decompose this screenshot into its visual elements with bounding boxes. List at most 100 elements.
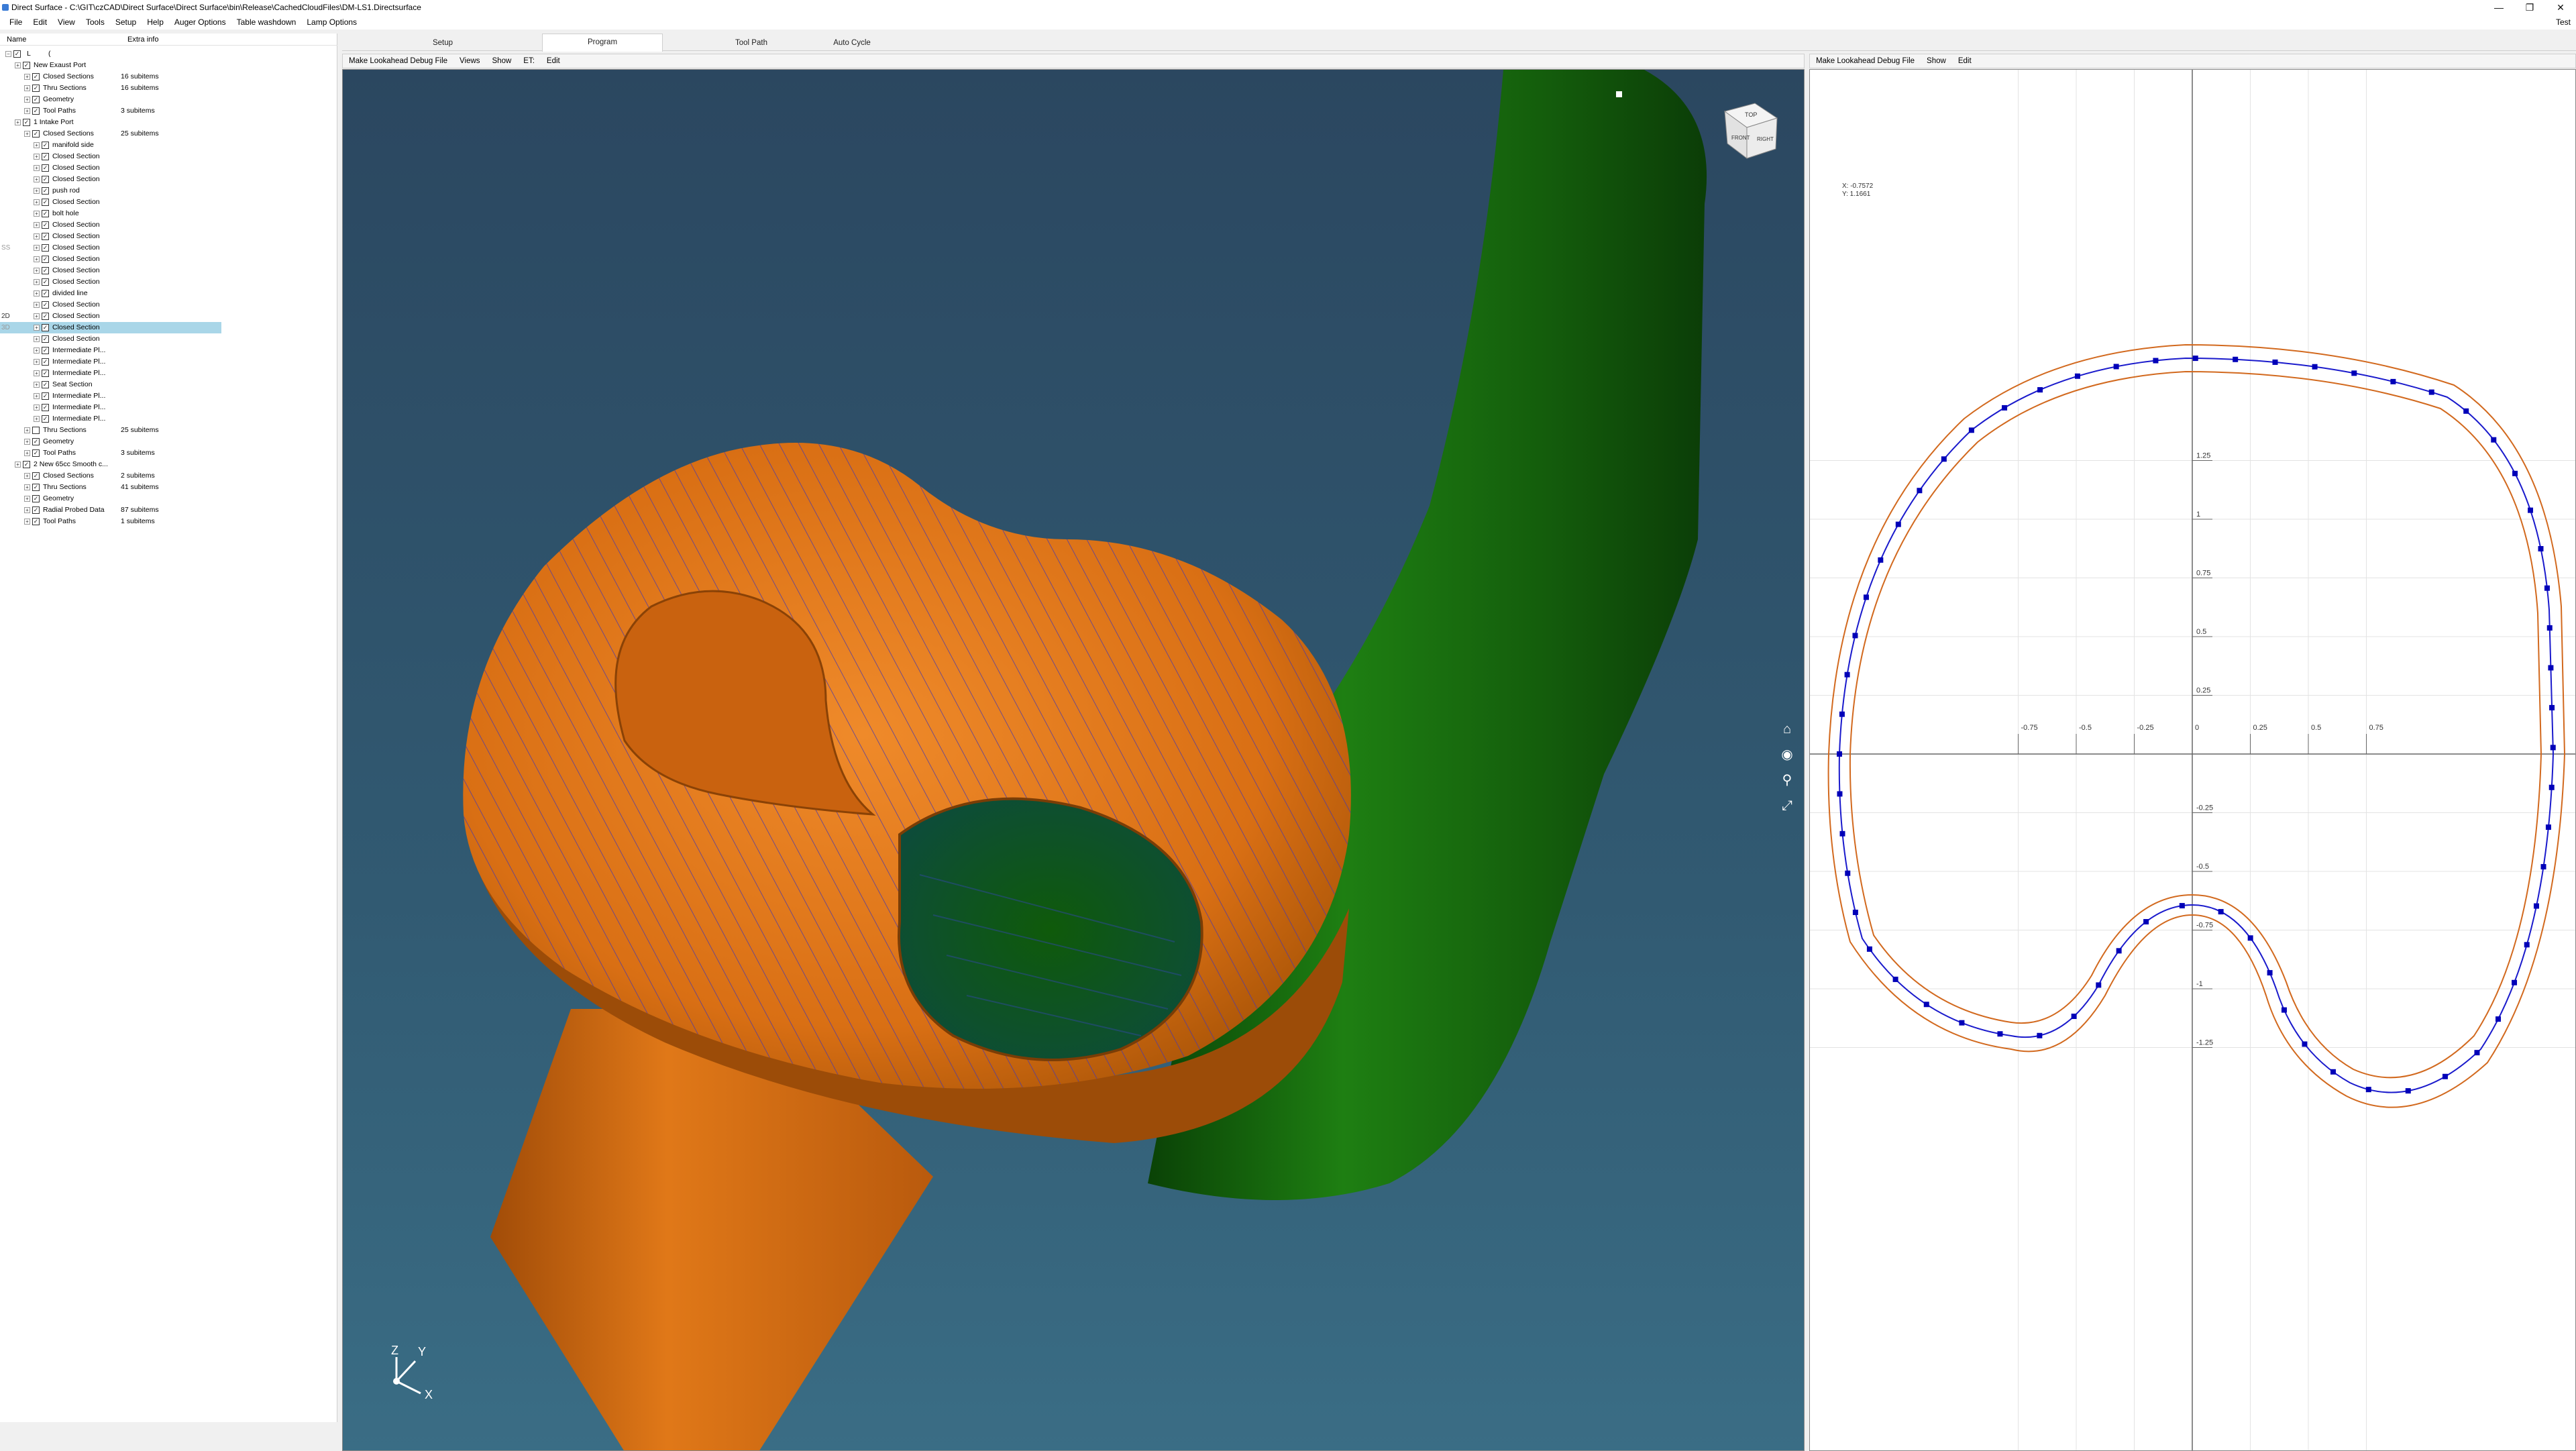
expand-icon[interactable]: + <box>34 222 40 228</box>
section-plot-2d[interactable]: -0.75 -0.5 -0.25 0 0.25 0.5 0.75 1.25 1 0.75 0.5 0.… <box>1809 69 2576 1451</box>
tree-checkbox[interactable]: ✓ <box>42 370 49 377</box>
tree-row[interactable]: + ✓ Tool Paths 1 subitems <box>0 516 221 527</box>
expand-icon[interactable]: + <box>34 405 40 411</box>
expand-icon[interactable]: + <box>24 507 30 513</box>
show-2d-menu[interactable]: Show <box>1921 57 1952 65</box>
tree-row[interactable]: + ✓ Geometry <box>0 94 221 105</box>
minimize-button[interactable]: — <box>2483 0 2514 15</box>
tree-checkbox[interactable]: ✓ <box>32 495 40 502</box>
tree-checkbox[interactable]: ✓ <box>32 73 40 80</box>
tree-row[interactable]: + ✓ Seat Section <box>0 379 221 390</box>
tree-checkbox[interactable]: ✓ <box>42 267 49 274</box>
expand-icon[interactable]: + <box>34 142 40 148</box>
tree-col-name[interactable]: Name <box>0 34 121 45</box>
expand-icon[interactable]: + <box>34 290 40 297</box>
expand-icon[interactable]: + <box>34 416 40 422</box>
show-menu[interactable]: Show <box>486 57 518 65</box>
tree-row[interactable]: + ✓ Closed Section <box>0 276 221 288</box>
tree-row[interactable]: + ✓ Intermediate Pl... <box>0 356 221 368</box>
menu-tools[interactable]: Tools <box>80 15 110 30</box>
menu-file[interactable]: File <box>4 15 28 30</box>
tree-checkbox[interactable]: ✓ <box>42 153 49 160</box>
tree-row[interactable]: + Thru Sections 25 subitems <box>0 425 221 436</box>
expand-icon[interactable]: + <box>15 462 21 468</box>
tree-checkbox[interactable]: ✓ <box>42 176 49 183</box>
tree-row[interactable]: + ✓ Closed Section <box>0 299 221 311</box>
tree-checkbox[interactable]: ✓ <box>42 199 49 206</box>
expand-icon[interactable]: + <box>24 439 30 445</box>
menu-table-washdown[interactable]: Table washdown <box>231 15 302 30</box>
tree-checkbox[interactable]: ✓ <box>23 119 30 126</box>
tree-row[interactable]: + ✓ push rod <box>0 185 221 197</box>
tree-row[interactable]: + ✓ Intermediate Pl... <box>0 413 221 425</box>
expand-icon[interactable]: + <box>24 450 30 456</box>
tree-checkbox[interactable]: ✓ <box>42 290 49 297</box>
expand-icon[interactable]: + <box>34 313 40 319</box>
zoom-icon[interactable]: ⚲ <box>1778 771 1796 789</box>
tree-row[interactable]: + ✓ Closed Sections 2 subitems <box>0 470 221 482</box>
tree-row[interactable]: + ✓ divided line <box>0 288 221 299</box>
view-cube[interactable]: TOP RIGHT FRONT <box>1723 103 1778 160</box>
expand-icon[interactable]: + <box>24 97 30 103</box>
menu-setup[interactable]: Setup <box>110 15 142 30</box>
edit-2d-menu[interactable]: Edit <box>1952 57 1978 65</box>
tree-row[interactable]: + ✓ Closed Sections 16 subitems <box>0 71 221 83</box>
tree-checkbox[interactable]: ✓ <box>32 518 40 525</box>
expand-icon[interactable]: + <box>34 347 40 354</box>
tree-row[interactable]: + ✓ Intermediate Pl... <box>0 390 221 402</box>
tree-checkbox[interactable]: ✓ <box>42 381 49 388</box>
tree-checkbox[interactable]: ✓ <box>42 256 49 263</box>
expand-icon[interactable]: + <box>34 256 40 262</box>
viewport-3d[interactable]: TOP RIGHT FRONT Z Y X ⌂ ◉ ⚲ ⤢ <box>342 69 1805 1451</box>
tree-checkbox[interactable]: ✓ <box>23 461 30 468</box>
tree-checkbox[interactable]: ✓ <box>42 233 49 240</box>
tree-checkbox[interactable]: ✓ <box>32 438 40 445</box>
tab-auto-cycle[interactable]: Auto Cycle <box>792 35 912 51</box>
tree-checkbox[interactable]: ✓ <box>42 221 49 229</box>
expand-icon[interactable]: + <box>24 427 30 433</box>
expand-icon[interactable]: + <box>34 233 40 239</box>
tree-row[interactable]: + ✓ Geometry <box>0 436 221 447</box>
menu-lamp-options[interactable]: Lamp Options <box>301 15 362 30</box>
tree-row[interactable]: + ✓ Closed Section <box>0 333 221 345</box>
tree-checkbox[interactable]: ✓ <box>32 449 40 457</box>
tree-checkbox[interactable]: ✓ <box>32 506 40 514</box>
tree-checkbox[interactable]: ✓ <box>42 347 49 354</box>
tree-row[interactable]: + ✓ Closed Section <box>0 265 221 276</box>
make-lookahead-debug-button[interactable]: Make Lookahead Debug File <box>343 57 453 65</box>
menu-test[interactable]: Test <box>2556 15 2571 30</box>
tree-checkbox[interactable]: ✓ <box>42 244 49 252</box>
tree-checkbox[interactable]: ✓ <box>32 130 40 138</box>
tree-row[interactable]: + ✓ Geometry <box>0 493 221 504</box>
tree-row[interactable]: + ✓ Closed Section <box>0 254 221 265</box>
tree-checkbox[interactable]: ✓ <box>42 313 49 320</box>
tab-program[interactable]: Program <box>542 34 663 52</box>
tree-row[interactable]: + ✓ 2 New 65cc Smooth c... <box>0 459 221 470</box>
tree-checkbox[interactable]: ✓ <box>42 210 49 217</box>
tree-checkbox[interactable]: ✓ <box>42 187 49 195</box>
tree-checkbox[interactable]: ✓ <box>32 96 40 103</box>
tree-row[interactable]: + ✓ Closed Section <box>0 197 221 208</box>
tree-row[interactable]: + ✓ manifold side <box>0 140 221 151</box>
tree-row[interactable]: + ✓ Thru Sections 16 subitems <box>0 83 221 94</box>
expand-icon[interactable]: + <box>34 268 40 274</box>
tree-checkbox[interactable]: ✓ <box>42 324 49 331</box>
expand-icon[interactable]: + <box>34 393 40 399</box>
tree-row[interactable]: + ✓ Closed Sections 25 subitems <box>0 128 221 140</box>
menu-auger-options[interactable]: Auger Options <box>169 15 231 30</box>
tree-row[interactable]: + ✓ Closed Section <box>0 151 221 162</box>
tree-checkbox[interactable]: ✓ <box>42 392 49 400</box>
expand-icon[interactable]: + <box>24 108 30 114</box>
tree-row[interactable]: + ✓ Closed Section <box>0 322 221 333</box>
tree-col-extra[interactable]: Extra info <box>121 34 158 45</box>
expand-icon[interactable]: + <box>24 131 30 137</box>
expand-icon[interactable]: + <box>34 279 40 285</box>
menu-help[interactable]: Help <box>142 15 169 30</box>
expand-icon[interactable]: + <box>34 382 40 388</box>
expand-icon[interactable]: + <box>34 302 40 308</box>
expand-icon[interactable]: + <box>34 199 40 205</box>
tree-checkbox[interactable]: ✓ <box>23 62 30 69</box>
tree-row[interactable]: + ✓ Radial Probed Data 87 subitems <box>0 504 221 516</box>
tree-row[interactable]: + ✓ Closed Section <box>0 174 221 185</box>
expand-icon[interactable]: + <box>34 176 40 182</box>
